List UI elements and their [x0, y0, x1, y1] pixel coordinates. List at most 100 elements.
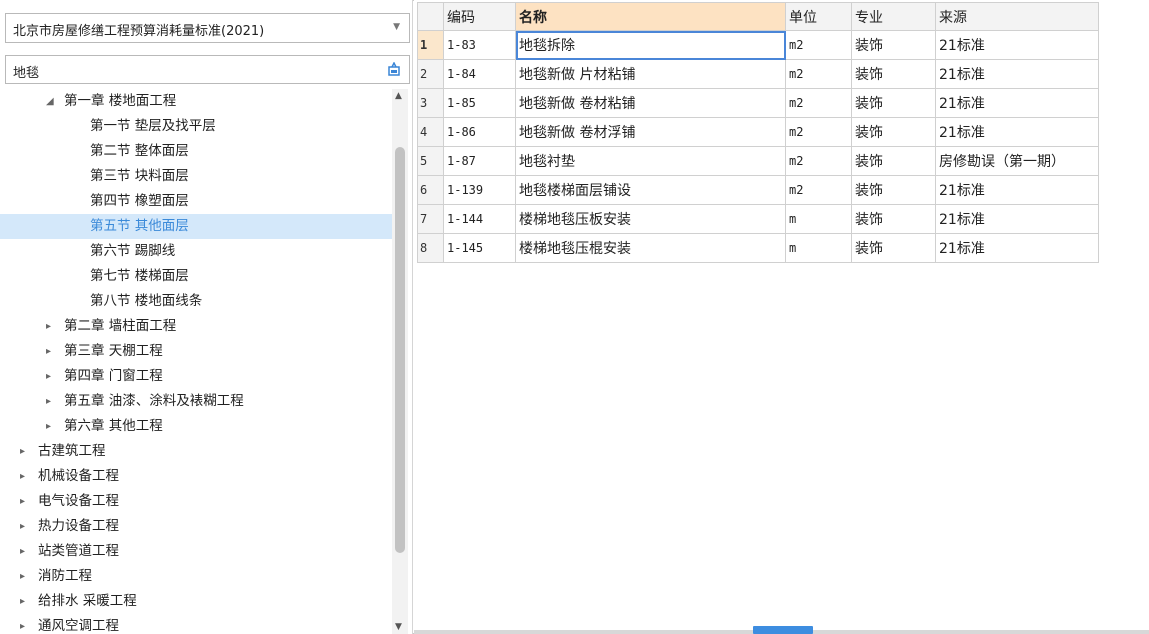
row-number[interactable]: 1 — [417, 30, 444, 60]
cell-major[interactable]: 装饰 — [851, 146, 936, 176]
tree-node[interactable]: 第五节 其他面层 — [0, 214, 392, 239]
tree-node[interactable]: ▸ 第六章 其他工程 — [0, 414, 392, 439]
cell-source[interactable]: 21标准 — [935, 30, 1099, 60]
tree-node[interactable]: 第六节 踢脚线 — [0, 239, 392, 264]
tree-node[interactable]: ◢ 第一章 楼地面工程 — [0, 89, 392, 114]
cell-major[interactable]: 装饰 — [851, 204, 936, 234]
collapsed-arrow-icon[interactable]: ▸ — [46, 339, 51, 364]
expanded-arrow-icon[interactable]: ◢ — [46, 89, 54, 114]
cell-source[interactable]: 21标准 — [935, 233, 1099, 263]
collapsed-arrow-icon[interactable]: ▸ — [20, 539, 25, 564]
header-source[interactable]: 来源 — [935, 2, 1099, 31]
cell-unit[interactable]: m2 — [785, 30, 852, 60]
tree-node[interactable]: ▸ 消防工程 — [0, 564, 392, 589]
tree-node[interactable]: ▸ 第四章 门窗工程 — [0, 364, 392, 389]
header-name[interactable]: 名称 — [515, 2, 786, 31]
scroll-up-icon[interactable]: ▲ — [395, 91, 402, 101]
table-row[interactable]: 8 1-145 楼梯地毯压棍安装 m 装饰 21标准 — [417, 233, 1099, 263]
tree-node[interactable]: 第三节 块料面层 — [0, 164, 392, 189]
scrollbar-thumb[interactable] — [395, 147, 405, 553]
collapsed-arrow-icon[interactable]: ▸ — [46, 314, 51, 339]
tree-node[interactable]: ▸ 通风空调工程 — [0, 614, 392, 634]
cell-name[interactable]: 地毯拆除 — [515, 30, 786, 60]
cell-source[interactable]: 21标准 — [935, 204, 1099, 234]
cell-code[interactable]: 1-83 — [443, 30, 516, 60]
header-major[interactable]: 专业 — [851, 2, 936, 31]
cell-major[interactable]: 装饰 — [851, 233, 936, 263]
cell-code[interactable]: 1-87 — [443, 146, 516, 176]
row-number[interactable]: 7 — [417, 204, 444, 234]
tree-node[interactable]: ▸ 机械设备工程 — [0, 464, 392, 489]
table-row[interactable]: 3 1-85 地毯新做 卷材粘铺 m2 装饰 21标准 — [417, 88, 1099, 118]
table-row[interactable]: 5 1-87 地毯衬垫 m2 装饰 房修勘误（第一期） — [417, 146, 1099, 176]
cell-source[interactable]: 21标准 — [935, 88, 1099, 118]
cell-code[interactable]: 1-144 — [443, 204, 516, 234]
collapsed-arrow-icon[interactable]: ▸ — [20, 589, 25, 614]
table-row[interactable]: 2 1-84 地毯新做 片材粘铺 m2 装饰 21标准 — [417, 59, 1099, 89]
tree-node[interactable]: 第四节 橡塑面层 — [0, 189, 392, 214]
row-number[interactable]: 8 — [417, 233, 444, 263]
collapsed-arrow-icon[interactable]: ▸ — [46, 364, 51, 389]
tree-node[interactable]: 第七节 楼梯面层 — [0, 264, 392, 289]
cell-name[interactable]: 地毯新做 卷材浮铺 — [515, 117, 786, 147]
tree-node[interactable]: 第八节 楼地面线条 — [0, 289, 392, 314]
splitter-handle[interactable] — [753, 626, 813, 634]
collapsed-arrow-icon[interactable]: ▸ — [20, 464, 25, 489]
panel-splitter[interactable] — [414, 626, 1149, 634]
tree-node[interactable]: ▸ 第二章 墙柱面工程 — [0, 314, 392, 339]
row-number[interactable]: 4 — [417, 117, 444, 147]
tree-node[interactable]: ▸ 第五章 油漆、涂料及裱糊工程 — [0, 389, 392, 414]
cell-name[interactable]: 地毯楼梯面层铺设 — [515, 175, 786, 205]
cell-source[interactable]: 21标准 — [935, 175, 1099, 205]
table-row[interactable]: 4 1-86 地毯新做 卷材浮铺 m2 装饰 21标准 — [417, 117, 1099, 147]
cell-major[interactable]: 装饰 — [851, 175, 936, 205]
search-input[interactable]: 地毯 — [5, 55, 410, 84]
tree-node[interactable]: ▸ 热力设备工程 — [0, 514, 392, 539]
cell-major[interactable]: 装饰 — [851, 117, 936, 147]
cell-code[interactable]: 1-86 — [443, 117, 516, 147]
tree-node[interactable]: ▸ 古建筑工程 — [0, 439, 392, 464]
cell-code[interactable]: 1-139 — [443, 175, 516, 205]
collapsed-arrow-icon[interactable]: ▸ — [20, 614, 25, 634]
tree-node[interactable]: ▸ 站类管道工程 — [0, 539, 392, 564]
cell-major[interactable]: 装饰 — [851, 88, 936, 118]
collapsed-arrow-icon[interactable]: ▸ — [20, 564, 25, 589]
cell-source[interactable]: 房修勘误（第一期） — [935, 146, 1099, 176]
table-row[interactable]: 7 1-144 楼梯地毯压板安装 m 装饰 21标准 — [417, 204, 1099, 234]
cell-name[interactable]: 地毯新做 片材粘铺 — [515, 59, 786, 89]
row-number[interactable]: 2 — [417, 59, 444, 89]
collapsed-arrow-icon[interactable]: ▸ — [20, 439, 25, 464]
cell-code[interactable]: 1-84 — [443, 59, 516, 89]
header-code[interactable]: 编码 — [443, 2, 516, 31]
scroll-down-icon[interactable]: ▼ — [395, 622, 402, 632]
collapsed-arrow-icon[interactable]: ▸ — [20, 514, 25, 539]
cell-name[interactable]: 地毯新做 卷材粘铺 — [515, 88, 786, 118]
row-number[interactable]: 5 — [417, 146, 444, 176]
tree-node[interactable]: ▸ 电气设备工程 — [0, 489, 392, 514]
table-row[interactable]: 6 1-139 地毯楼梯面层铺设 m2 装饰 21标准 — [417, 175, 1099, 205]
cell-major[interactable]: 装饰 — [851, 30, 936, 60]
collapsed-arrow-icon[interactable]: ▸ — [20, 489, 25, 514]
cell-unit[interactable]: m — [785, 233, 852, 263]
cell-code[interactable]: 1-145 — [443, 233, 516, 263]
tree-node[interactable]: 第二节 整体面层 — [0, 139, 392, 164]
cell-unit[interactable]: m2 — [785, 88, 852, 118]
row-number[interactable]: 3 — [417, 88, 444, 118]
cell-name[interactable]: 地毯衬垫 — [515, 146, 786, 176]
tree-node[interactable]: 第一节 垫层及找平层 — [0, 114, 392, 139]
cell-name[interactable]: 楼梯地毯压棍安装 — [515, 233, 786, 263]
tree-node[interactable]: ▸ 第三章 天棚工程 — [0, 339, 392, 364]
cell-unit[interactable]: m2 — [785, 146, 852, 176]
row-number[interactable]: 6 — [417, 175, 444, 205]
cell-unit[interactable]: m — [785, 204, 852, 234]
cell-unit[interactable]: m2 — [785, 175, 852, 205]
standard-dropdown[interactable]: 北京市房屋修缮工程预算消耗量标准(2021) ▼ — [5, 13, 410, 43]
tree-node[interactable]: ▸ 给排水 采暖工程 — [0, 589, 392, 614]
cell-source[interactable]: 21标准 — [935, 117, 1099, 147]
header-unit[interactable]: 单位 — [785, 2, 852, 31]
cell-major[interactable]: 装饰 — [851, 59, 936, 89]
collapsed-arrow-icon[interactable]: ▸ — [46, 414, 51, 439]
cell-source[interactable]: 21标准 — [935, 59, 1099, 89]
cell-unit[interactable]: m2 — [785, 59, 852, 89]
cell-name[interactable]: 楼梯地毯压板安装 — [515, 204, 786, 234]
